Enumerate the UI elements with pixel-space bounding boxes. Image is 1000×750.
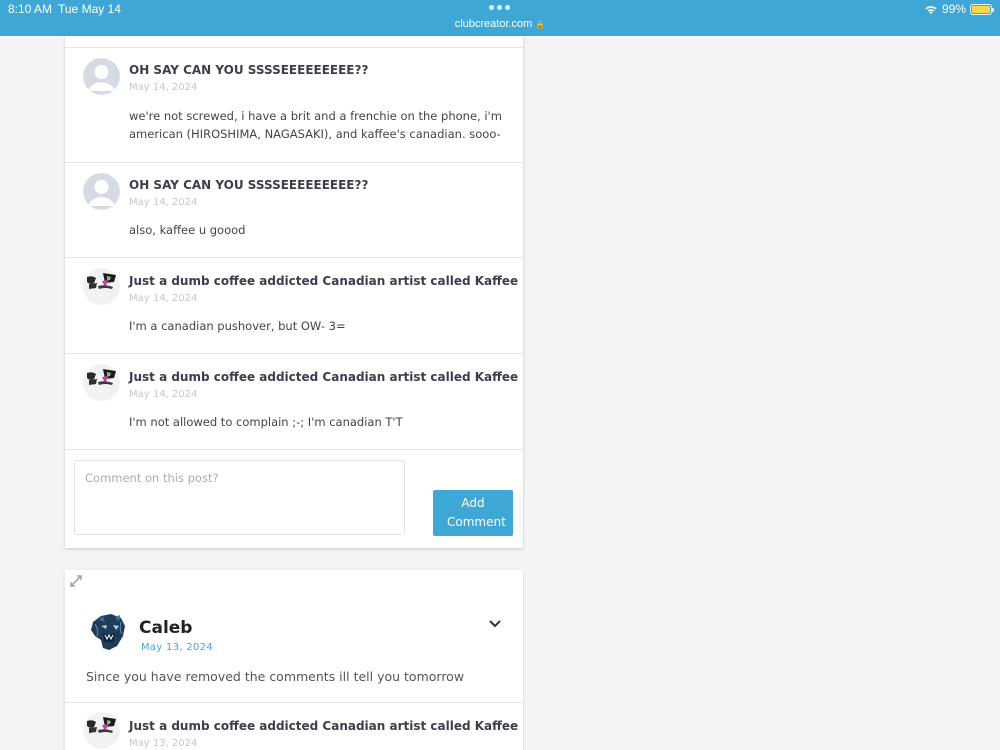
status-date: Tue May 14 <box>58 2 121 16</box>
comment-author[interactable]: OH SAY CAN YOU SSSSEEEEEEEEE?? <box>129 63 368 77</box>
comment-author[interactable]: Just a dumb coffee addicted Canadian art… <box>129 719 518 733</box>
comment-author[interactable]: OH SAY CAN YOU SSSSEEEEEEEEE?? <box>129 178 368 192</box>
kaffee-avatar[interactable] <box>83 268 120 305</box>
comment-text: I'm not allowed to complain ;-; I'm cana… <box>129 415 403 429</box>
status-bar: 8:10 AM Tue May 14 clubcreator.com 🔒 99% <box>0 0 1000 36</box>
lock-icon: 🔒 <box>535 20 546 29</box>
kaffee-avatar[interactable] <box>83 712 120 749</box>
battery-percent: 99% <box>941 2 966 16</box>
comment-item: Just a dumb coffee addicted Canadian art… <box>65 257 523 353</box>
comment-text: we're not screwed, i have a brit and a f… <box>129 109 502 141</box>
status-right: 99% <box>924 2 994 16</box>
default-avatar-icon[interactable] <box>83 58 120 95</box>
comment-input[interactable] <box>74 460 405 535</box>
comment-form: Add Comment <box>65 449 523 548</box>
add-comment-button[interactable]: Add Comment <box>433 490 513 536</box>
url-text: clubcreator.com <box>454 18 533 30</box>
multitask-dots-icon[interactable] <box>489 5 510 10</box>
address-bar[interactable]: clubcreator.com 🔒 <box>0 18 1000 30</box>
comment-date: May 14, 2024 <box>129 197 198 208</box>
comment-item: OH SAY CAN YOU SSSSEEEEEEEEE?? May 14, 2… <box>65 162 523 257</box>
comment-text: I'm a canadian pushover, but OW- 3= <box>129 319 346 333</box>
kaffee-avatar[interactable] <box>83 364 120 401</box>
comment-item: Just a dumb coffee addicted Canadian art… <box>65 702 523 750</box>
post-card: Caleb May 13, 2024 Since you have remove… <box>65 570 523 750</box>
status-time: 8:10 AM <box>8 2 53 16</box>
post-text: Since you have removed the comments ill … <box>86 669 465 684</box>
comment-item: Just a dumb coffee addicted Canadian art… <box>65 353 523 449</box>
default-avatar-icon[interactable] <box>83 173 120 210</box>
comment-item: OH SAY CAN YOU SSSSEEEEEEEEE?? May 14, 2… <box>65 47 523 162</box>
post-author[interactable]: Caleb <box>139 618 192 638</box>
wifi-icon <box>925 5 937 14</box>
battery-icon <box>970 3 994 15</box>
expand-icon[interactable] <box>69 574 83 588</box>
comment-date: May 14, 2024 <box>129 82 198 93</box>
post-card-comments: OH SAY CAN YOU SSSSEEEEEEEEE?? May 14, 2… <box>65 36 523 548</box>
chevron-down-icon[interactable] <box>487 618 503 630</box>
post-date: May 13, 2024 <box>141 642 213 653</box>
comment-author[interactable]: Just a dumb coffee addicted Canadian art… <box>129 370 518 384</box>
panther-avatar[interactable] <box>89 612 127 652</box>
comment-date: May 13, 2024 <box>129 738 198 749</box>
comment-date: May 14, 2024 <box>129 293 198 304</box>
comment-author[interactable]: Just a dumb coffee addicted Canadian art… <box>129 274 518 288</box>
comment-text: also, kaffee u goood <box>129 223 246 237</box>
comment-date: May 14, 2024 <box>129 389 198 400</box>
